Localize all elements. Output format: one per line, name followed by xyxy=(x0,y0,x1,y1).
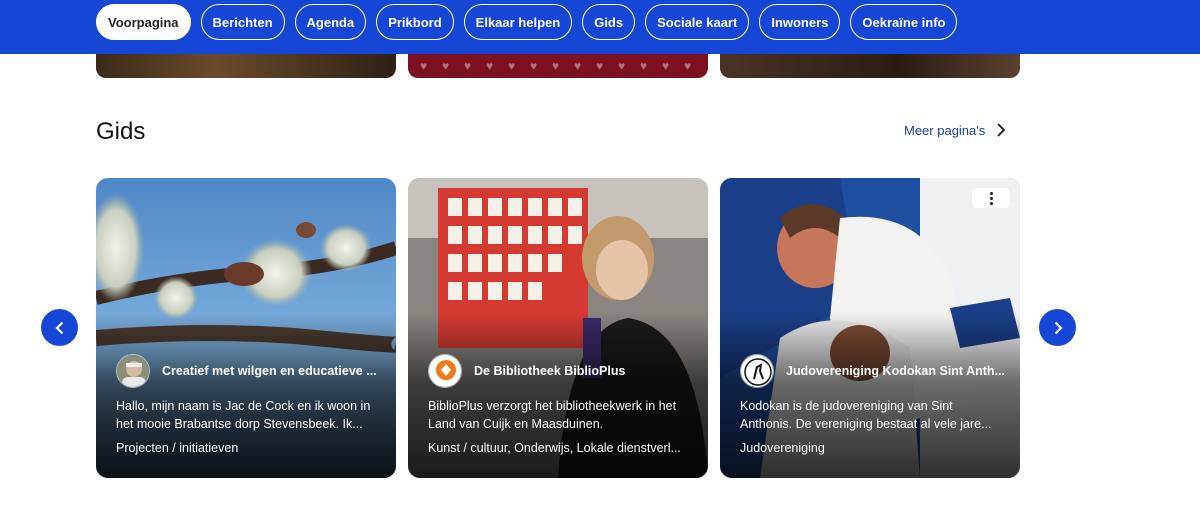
nav-elkaar-helpen[interactable]: Elkaar helpen xyxy=(463,4,573,40)
card-author: Judovereniging Kodokan Sint Anth... xyxy=(740,354,1008,388)
heart-pattern: ♥ ♥ ♥ ♥ ♥ ♥ ♥ ♥ ♥ ♥ ♥ ♥ ♥ xyxy=(420,59,692,73)
card-overlay xyxy=(720,178,1020,478)
carousel-next-button[interactable] xyxy=(1039,309,1076,346)
card-overlay xyxy=(96,178,396,478)
card-tags: Judovereniging xyxy=(740,441,825,455)
previous-card-image[interactable]: ♥ ♥ ♥ ♥ ♥ ♥ ♥ ♥ ♥ ♥ ♥ ♥ ♥ xyxy=(408,54,708,78)
chevron-right-icon xyxy=(997,123,1006,137)
guide-card[interactable]: De Bibliotheek BiblioPlus BiblioPlus ver… xyxy=(408,178,708,478)
top-navigation-bar: Voorpagina Berichten Agenda Prikbord Elk… xyxy=(0,0,1200,54)
carousel-prev-button[interactable] xyxy=(41,309,78,346)
card-tags: Kunst / cultuur, Onderwijs, Lokale diens… xyxy=(428,441,681,455)
author-avatar xyxy=(116,354,150,388)
more-pages-link[interactable]: Meer pagina's xyxy=(904,122,1009,138)
author-name[interactable]: Judovereniging Kodokan Sint Anth... xyxy=(786,364,1005,378)
nav-inwoners[interactable]: Inwoners xyxy=(759,4,841,40)
author-name[interactable]: De Bibliotheek BiblioPlus xyxy=(474,364,625,378)
chevron-left-icon xyxy=(54,321,63,334)
section-title: Gids xyxy=(96,118,146,145)
more-pages-label: Meer pagina's xyxy=(904,122,986,138)
card-menu-button[interactable] xyxy=(972,188,1010,208)
card-description: Kodokan is de judovereniging van Sint An… xyxy=(740,399,992,431)
nav-prikbord[interactable]: Prikbord xyxy=(376,4,454,40)
previous-card-image[interactable] xyxy=(720,54,1020,78)
guide-card[interactable]: Judovereniging Kodokan Sint Anth... Kodo… xyxy=(720,178,1020,478)
guide-card[interactable]: Creatief met wilgen en educatieve ... Ha… xyxy=(96,178,396,478)
card-author: De Bibliotheek BiblioPlus xyxy=(428,354,696,388)
author-avatar xyxy=(428,354,462,388)
chevron-right-icon xyxy=(1054,321,1063,334)
nav-berichten[interactable]: Berichten xyxy=(200,4,285,40)
nav-agenda[interactable]: Agenda xyxy=(294,4,367,40)
author-name[interactable]: Creatief met wilgen en educatieve ... xyxy=(162,364,377,378)
author-avatar xyxy=(740,354,774,388)
nav-oekraine-info[interactable]: Oekraïne info xyxy=(850,4,958,40)
nav-voorpagina[interactable]: Voorpagina xyxy=(96,4,191,40)
previous-card-image[interactable] xyxy=(96,54,396,78)
main-nav: Voorpagina Berichten Agenda Prikbord Elk… xyxy=(96,4,958,40)
nav-sociale-kaart[interactable]: Sociale kaart xyxy=(645,4,750,40)
card-description: Hallo, mijn naam is Jac de Cock en ik wo… xyxy=(116,399,371,431)
card-description: BiblioPlus verzorgt het bibliotheekwerk … xyxy=(428,399,677,431)
card-tags: Projecten / initiatieven xyxy=(116,441,239,455)
nav-gids[interactable]: Gids xyxy=(582,4,636,40)
card-overlay xyxy=(408,178,708,478)
card-author: Creatief met wilgen en educatieve ... xyxy=(116,354,384,388)
more-options-icon xyxy=(989,191,993,206)
